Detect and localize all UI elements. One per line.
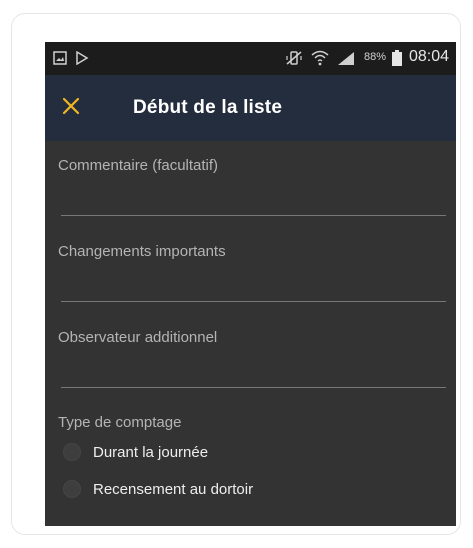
additional-observer-field[interactable]: [61, 359, 446, 388]
count-type-label: Type de comptage: [58, 414, 182, 431]
battery-icon: [392, 50, 402, 71]
battery-percent: 88%: [364, 51, 387, 63]
play-store-icon: [75, 50, 89, 70]
wifi-icon: [310, 49, 330, 71]
important-changes-field[interactable]: [61, 273, 446, 302]
radio-label: Recensement au dortoir: [93, 480, 254, 498]
gallery-icon: [53, 51, 67, 70]
additional-observer-label: Observateur additionnel: [58, 329, 218, 346]
comment-field[interactable]: [61, 187, 446, 216]
radio-button[interactable]: [63, 443, 81, 461]
radio-option-roost-census[interactable]: Recensement au dortoir: [63, 480, 253, 498]
phone-screen: 88% 08:04 Début de la liste Commentaire …: [45, 42, 456, 526]
close-button[interactable]: [53, 90, 89, 126]
radio-button[interactable]: [63, 480, 81, 498]
page-title: Début de la liste: [133, 97, 283, 118]
important-changes-label: Changements importants: [58, 243, 226, 260]
status-time: 08:04: [409, 48, 450, 65]
signal-icon: [337, 51, 355, 71]
app-bar: Début de la liste: [45, 75, 456, 141]
radio-option-daytime[interactable]: Durant la journée: [63, 443, 208, 461]
vibrate-mute-icon: [285, 50, 303, 71]
comment-label: Commentaire (facultatif): [58, 157, 219, 174]
radio-label: Durant la journée: [93, 443, 209, 461]
close-icon: [61, 96, 81, 121]
status-bar: 88% 08:04: [45, 42, 456, 75]
